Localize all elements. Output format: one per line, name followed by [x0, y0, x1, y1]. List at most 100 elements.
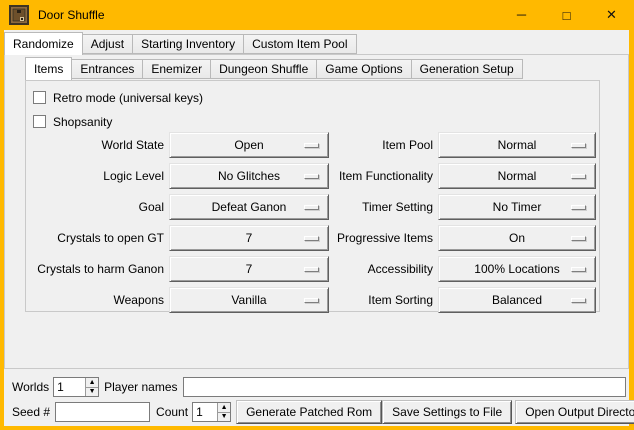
retro-mode-label: Retro mode (universal keys) — [53, 91, 203, 105]
option-row-4: Crystals to open GT 7 Progressive Items … — [26, 225, 599, 251]
tab-randomize[interactable]: Randomize — [4, 32, 83, 55]
crystals-gt-value: 7 — [246, 231, 253, 245]
option-row-2: Logic Level No Glitches Item Functionali… — [26, 163, 599, 189]
seed-input[interactable] — [55, 402, 150, 422]
crystals-gt-label: Crystals to open GT — [26, 225, 164, 251]
goal-dropdown[interactable]: Defeat Ganon — [169, 194, 329, 220]
tab-generation-setup[interactable]: Generation Setup — [411, 59, 523, 79]
spin-up-icon: ▲ — [89, 379, 96, 386]
multiworld-row: Worlds ▲ ▼ Player names — [8, 377, 626, 397]
timer-setting-label: Timer Setting — [329, 194, 433, 220]
dropdown-indicator-icon — [571, 174, 586, 179]
accessibility-value: 100% Locations — [474, 262, 559, 276]
item-pool-value: Normal — [498, 138, 537, 152]
dropdown-indicator-icon — [304, 267, 319, 272]
accessibility-dropdown[interactable]: 100% Locations — [438, 256, 596, 282]
item-sorting-dropdown[interactable]: Balanced — [438, 287, 596, 313]
worlds-label: Worlds — [12, 380, 49, 394]
main-tab-bar: Randomize Adjust Starting Inventory Cust… — [4, 32, 356, 54]
timer-setting-value: No Timer — [493, 200, 542, 214]
items-pane: Retro mode (universal keys) Shopsanity W… — [25, 80, 600, 312]
player-names-input[interactable] — [183, 377, 627, 397]
crystals-ganon-dropdown[interactable]: 7 — [169, 256, 329, 282]
progressive-items-value: On — [509, 231, 525, 245]
weapons-dropdown[interactable]: Vanilla — [169, 287, 329, 313]
crystals-gt-dropdown[interactable]: 7 — [169, 225, 329, 251]
progressive-items-label: Progressive Items — [329, 225, 433, 251]
dropdown-indicator-icon — [571, 143, 586, 148]
tab-dungeon-shuffle[interactable]: Dungeon Shuffle — [210, 59, 317, 79]
dropdown-indicator-icon — [304, 205, 319, 210]
door-shuffle-window: { "window": { "title": "Door Shuffle", "… — [0, 0, 634, 430]
weapons-label: Weapons — [26, 287, 164, 313]
option-row-1: World State Open Item Pool Normal — [26, 132, 599, 158]
tab-adjust[interactable]: Adjust — [82, 34, 133, 54]
item-pool-label: Item Pool — [329, 132, 433, 158]
generate-patched-rom-button[interactable]: Generate Patched Rom — [236, 400, 382, 424]
accessibility-label: Accessibility — [329, 256, 433, 282]
logic-level-dropdown[interactable]: No Glitches — [169, 163, 329, 189]
world-state-dropdown[interactable]: Open — [169, 132, 329, 158]
tab-custom-item-pool[interactable]: Custom Item Pool — [243, 34, 356, 54]
dropdown-indicator-icon — [571, 298, 586, 303]
close-button[interactable]: ✕ — [589, 0, 634, 30]
progressive-items-dropdown[interactable]: On — [438, 225, 596, 251]
player-names-label: Player names — [104, 380, 177, 394]
tab-starting-inventory[interactable]: Starting Inventory — [132, 34, 244, 54]
option-row-6: Weapons Vanilla Item Sorting Balanced — [26, 287, 599, 313]
tab-items[interactable]: Items — [25, 57, 72, 80]
worlds-input[interactable] — [54, 378, 85, 396]
dropdown-indicator-icon — [304, 174, 319, 179]
open-output-directory-button[interactable]: Open Output Directory — [515, 400, 634, 424]
item-sorting-value: Balanced — [492, 293, 542, 307]
close-icon: ✕ — [606, 7, 617, 23]
app-door-icon — [9, 5, 29, 25]
spin-down-icon: ▼ — [89, 388, 96, 395]
count-spin-up-button[interactable]: ▲ — [217, 403, 230, 413]
seed-label: Seed # — [12, 405, 50, 419]
worlds-spinner: ▲ ▼ — [53, 377, 99, 397]
world-state-value: Open — [234, 138, 263, 152]
crystals-ganon-value: 7 — [246, 262, 253, 276]
window-controls: ─ □ ✕ — [499, 0, 634, 30]
dropdown-indicator-icon — [304, 143, 319, 148]
worlds-spin-down-button[interactable]: ▼ — [85, 388, 98, 397]
count-label: Count — [156, 405, 188, 419]
goal-value: Defeat Ganon — [212, 200, 287, 214]
dropdown-indicator-icon — [571, 267, 586, 272]
save-settings-button[interactable]: Save Settings to File — [382, 400, 512, 424]
minimize-button[interactable]: ─ — [499, 0, 544, 30]
goal-label: Goal — [26, 194, 164, 220]
dropdown-indicator-icon — [304, 298, 319, 303]
option-row-3: Goal Defeat Ganon Timer Setting No Timer — [26, 194, 599, 220]
item-functionality-label: Item Functionality — [329, 163, 433, 189]
maximize-button[interactable]: □ — [544, 0, 589, 30]
logic-level-label: Logic Level — [26, 163, 164, 189]
retro-mode-row: Retro mode (universal keys) — [33, 89, 599, 106]
shopsanity-checkbox[interactable] — [33, 115, 46, 128]
title-bar[interactable]: Door Shuffle ─ □ ✕ — [0, 0, 634, 30]
retro-mode-checkbox[interactable] — [33, 91, 46, 104]
world-state-label: World State — [26, 132, 164, 158]
count-input[interactable] — [193, 403, 217, 421]
worlds-spin-up-button[interactable]: ▲ — [85, 378, 98, 388]
tab-enemizer[interactable]: Enemizer — [142, 59, 211, 79]
item-pool-dropdown[interactable]: Normal — [438, 132, 596, 158]
shopsanity-row: Shopsanity — [33, 113, 599, 130]
window-title: Door Shuffle — [38, 8, 105, 22]
count-spin-buttons: ▲ ▼ — [217, 403, 230, 421]
count-spin-down-button[interactable]: ▼ — [217, 413, 230, 422]
tab-entrances[interactable]: Entrances — [71, 59, 143, 79]
spin-up-icon: ▲ — [221, 404, 228, 411]
timer-setting-dropdown[interactable]: No Timer — [438, 194, 596, 220]
client-area: Randomize Adjust Starting Inventory Cust… — [4, 30, 629, 426]
generate-row: Seed # Count ▲ ▼ Generate Patched Rom Sa… — [8, 400, 628, 424]
option-row-5: Crystals to harm Ganon 7 Accessibility 1… — [26, 256, 599, 282]
dropdown-indicator-icon — [571, 205, 586, 210]
item-functionality-dropdown[interactable]: Normal — [438, 163, 596, 189]
logic-level-value: No Glitches — [218, 169, 280, 183]
shopsanity-label: Shopsanity — [53, 115, 112, 129]
item-sorting-label: Item Sorting — [329, 287, 433, 313]
sub-tab-bar: Items Entrances Enemizer Dungeon Shuffle… — [25, 57, 522, 79]
tab-game-options[interactable]: Game Options — [316, 59, 411, 79]
